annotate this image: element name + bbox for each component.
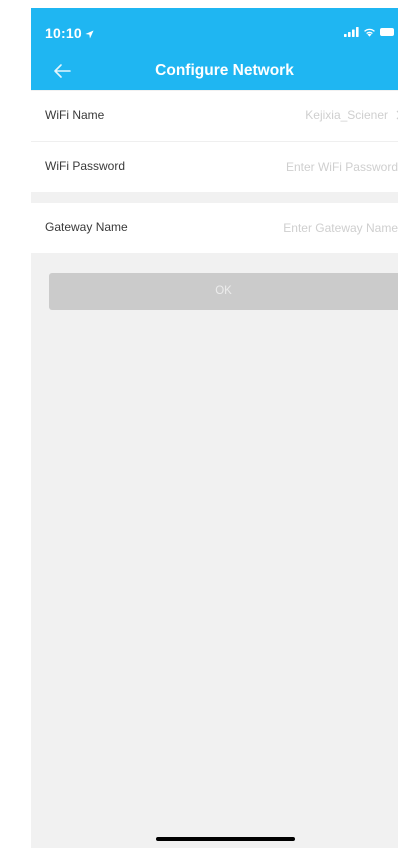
app-screen: 10:10 Configure Network WiFi Name Kejixi… xyxy=(31,8,398,848)
wifi-name-text: Kejixia_Sciener xyxy=(305,108,388,122)
home-indicator xyxy=(156,837,295,841)
wifi-name-value: Kejixia_Sciener xyxy=(305,108,398,122)
wifi-password-input[interactable] xyxy=(248,152,398,182)
wifi-icon xyxy=(364,28,375,37)
status-icons xyxy=(344,26,394,38)
gateway-name-label: Gateway Name xyxy=(45,220,128,234)
nav-bar: Configure Network xyxy=(31,56,398,86)
wifi-password-label: WiFi Password xyxy=(45,159,126,173)
cellular-signal-icon xyxy=(344,27,359,37)
wifi-name-row[interactable]: WiFi Name Kejixia_Sciener xyxy=(31,91,398,141)
battery-icon xyxy=(380,28,394,36)
wifi-password-row: WiFi Password xyxy=(31,142,398,192)
gateway-name-input[interactable] xyxy=(248,213,398,243)
header: 10:10 Configure Network xyxy=(31,8,398,90)
wifi-name-label: WiFi Name xyxy=(45,108,105,122)
location-arrow-icon xyxy=(85,30,94,39)
gateway-name-row: Gateway Name xyxy=(31,203,398,253)
status-bar-time: 10:10 xyxy=(45,25,94,41)
status-time-text: 10:10 xyxy=(45,25,82,41)
page-title: Configure Network xyxy=(155,62,294,79)
chevron-right-icon xyxy=(396,110,398,120)
ok-button[interactable]: OK xyxy=(49,273,398,310)
